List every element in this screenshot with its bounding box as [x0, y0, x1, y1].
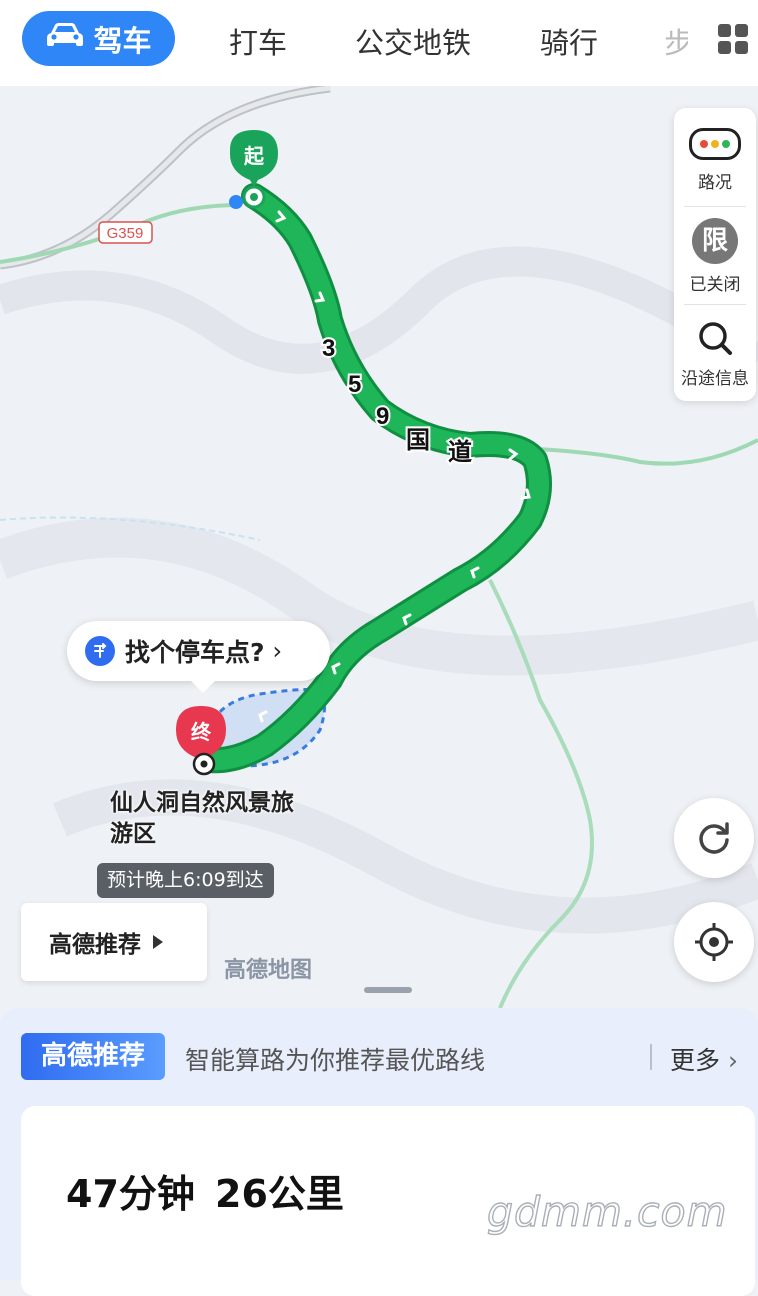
- recommend-tag: 高德推荐: [21, 1033, 165, 1080]
- more-label: 更多: [670, 1046, 721, 1075]
- restriction-icon: 限: [692, 218, 738, 264]
- road-badge: G359: [98, 221, 153, 244]
- route-distance: 26公里: [215, 1172, 344, 1216]
- find-parking-label: 找个停车点?: [125, 638, 265, 667]
- along-route-label: 沿途信息: [681, 369, 749, 389]
- recommend-route-button[interactable]: 高德推荐: [21, 903, 207, 981]
- find-parking-callout[interactable]: 找个停车点? ›: [67, 621, 330, 693]
- route-label-char: 国: [406, 427, 430, 454]
- car-icon: [45, 21, 85, 56]
- tab-drive[interactable]: 驾车: [22, 11, 175, 66]
- more-routes-link[interactable]: 更多 ›: [670, 1041, 738, 1077]
- sheet-drag-handle[interactable]: [364, 987, 412, 993]
- recommend-tagline: 智能算路为你推荐最优路线: [185, 1046, 486, 1075]
- refresh-button[interactable]: [674, 798, 754, 878]
- play-arrow-icon: [153, 935, 163, 949]
- transport-mode-tabs: 驾车 打车 公交地铁 骑行 步: [0, 0, 758, 86]
- svg-text:终: 终: [191, 720, 212, 744]
- tab-walk[interactable]: 步: [664, 20, 688, 62]
- route-label-char: 9: [376, 403, 389, 430]
- map-provider-watermark: 高德地图: [224, 958, 313, 983]
- tab-taxi[interactable]: 打车: [229, 20, 287, 62]
- eta-badge: 预计晚上6:09到达: [97, 863, 274, 898]
- route-label-char: 道: [448, 438, 472, 466]
- chevron-right-icon: ›: [727, 1046, 738, 1075]
- tab-transit[interactable]: 公交地铁: [355, 20, 471, 62]
- destination-name: 仙人洞自然风景旅游区: [110, 790, 294, 847]
- search-icon: [695, 318, 735, 358]
- refresh-icon: [699, 822, 729, 854]
- site-watermark: gdmm.com: [486, 1187, 728, 1236]
- tab-bike[interactable]: 骑行: [540, 20, 598, 62]
- route-duration: 47分钟: [66, 1172, 195, 1216]
- divider: [650, 1044, 652, 1070]
- restriction-label: 已关闭: [689, 275, 741, 295]
- svg-text:G359: G359: [107, 225, 144, 242]
- traffic-label: 路况: [698, 173, 732, 193]
- chevron-right-icon: ›: [272, 637, 283, 665]
- tab-drive-label: 驾车: [93, 23, 152, 58]
- parking-icon: [85, 636, 115, 666]
- traffic-light-icon: [689, 128, 741, 160]
- recommend-route-label: 高德推荐: [49, 932, 141, 958]
- traffic-toggle[interactable]: 路况: [674, 128, 756, 193]
- locate-icon: [695, 923, 733, 961]
- along-route-button[interactable]: 沿途信息: [674, 318, 756, 389]
- all-modes-grid-icon[interactable]: [718, 24, 748, 54]
- svg-text:起: 起: [243, 145, 265, 168]
- locate-button[interactable]: [674, 902, 754, 982]
- route-label-char: 5: [348, 371, 361, 398]
- map-side-panel: 路况 限 已关闭 沿途信息: [674, 108, 756, 401]
- route-label-char: 3: [322, 335, 335, 362]
- restriction-toggle[interactable]: 限 已关闭: [674, 218, 756, 295]
